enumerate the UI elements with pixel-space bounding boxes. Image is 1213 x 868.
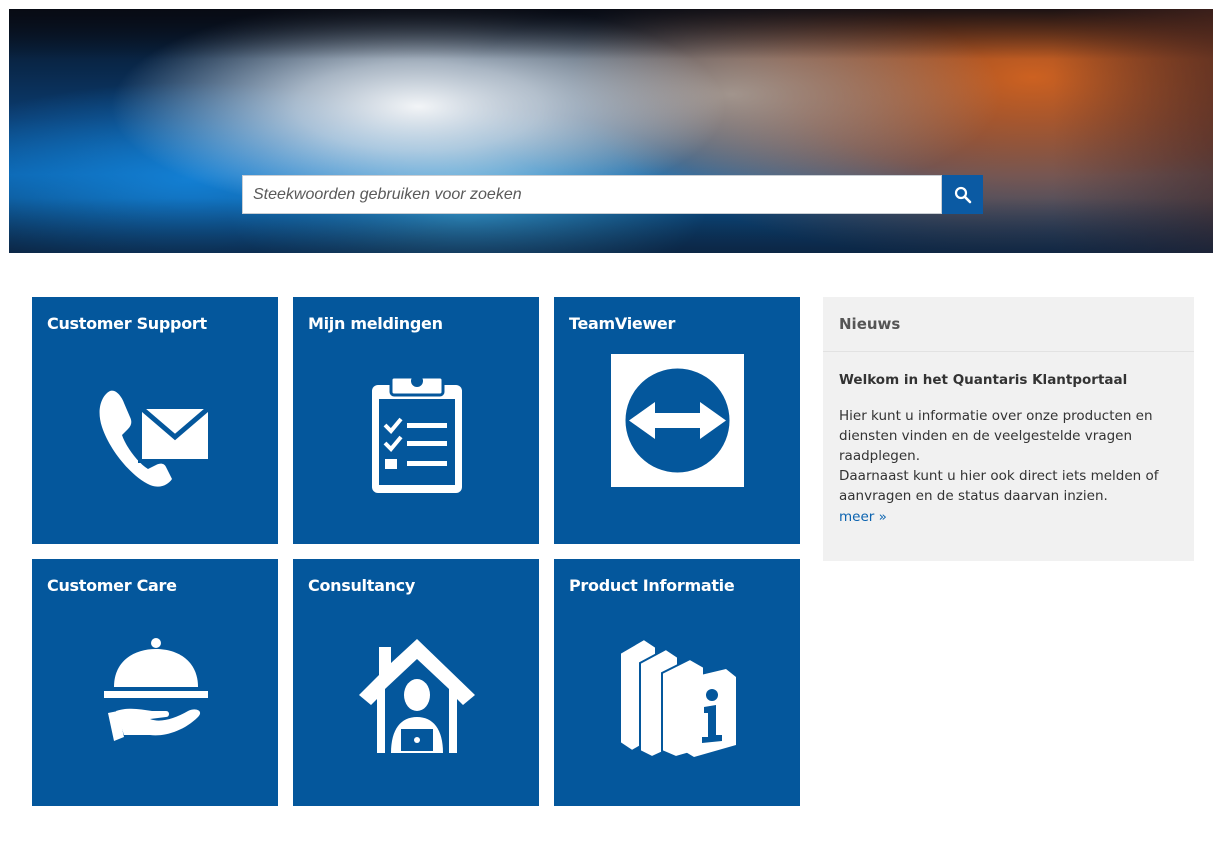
books-info-icon (619, 637, 736, 757)
tile-title: Consultancy (308, 576, 415, 595)
hero-banner (9, 9, 1213, 253)
tile-teamviewer[interactable]: TeamViewer (554, 297, 800, 544)
tile-title: Mijn meldingen (308, 314, 443, 333)
news-panel: Nieuws Welkom in het Quantaris Klantport… (823, 297, 1194, 561)
search-icon (954, 186, 971, 203)
news-text-1: Hier kunt u informatie over onze product… (839, 408, 1153, 464)
search-button[interactable] (942, 175, 983, 214)
teamviewer-logo-icon (611, 354, 744, 487)
banner-shade-top (9, 9, 1213, 59)
clipboard-checklist-icon (372, 375, 462, 493)
news-title: Welkom in het Quantaris Klantportaal (839, 372, 1128, 388)
tile-customer-support[interactable]: Customer Support (32, 297, 278, 544)
news-more-link[interactable]: meer » (839, 509, 887, 525)
serving-cloche-hand-icon (104, 638, 208, 741)
search-bar (242, 175, 983, 214)
tile-mijn-meldingen[interactable]: Mijn meldingen (293, 297, 539, 544)
tile-title: Customer Care (47, 576, 177, 595)
tile-product-informatie[interactable]: Product Informatie (554, 559, 800, 806)
news-text-2: Daarnaast kunt u hier ook direct iets me… (839, 468, 1159, 504)
banner-shade-right (1053, 9, 1213, 253)
tile-title: TeamViewer (569, 314, 676, 333)
tile-customer-care[interactable]: Customer Care (32, 559, 278, 806)
tile-title: Customer Support (47, 314, 207, 333)
house-person-laptop-icon (359, 639, 475, 753)
tile-consultancy[interactable]: Consultancy (293, 559, 539, 806)
tile-title: Product Informatie (569, 576, 735, 595)
news-heading: Nieuws (823, 297, 1194, 352)
search-input[interactable] (242, 175, 942, 214)
phone-envelope-icon (99, 390, 212, 487)
